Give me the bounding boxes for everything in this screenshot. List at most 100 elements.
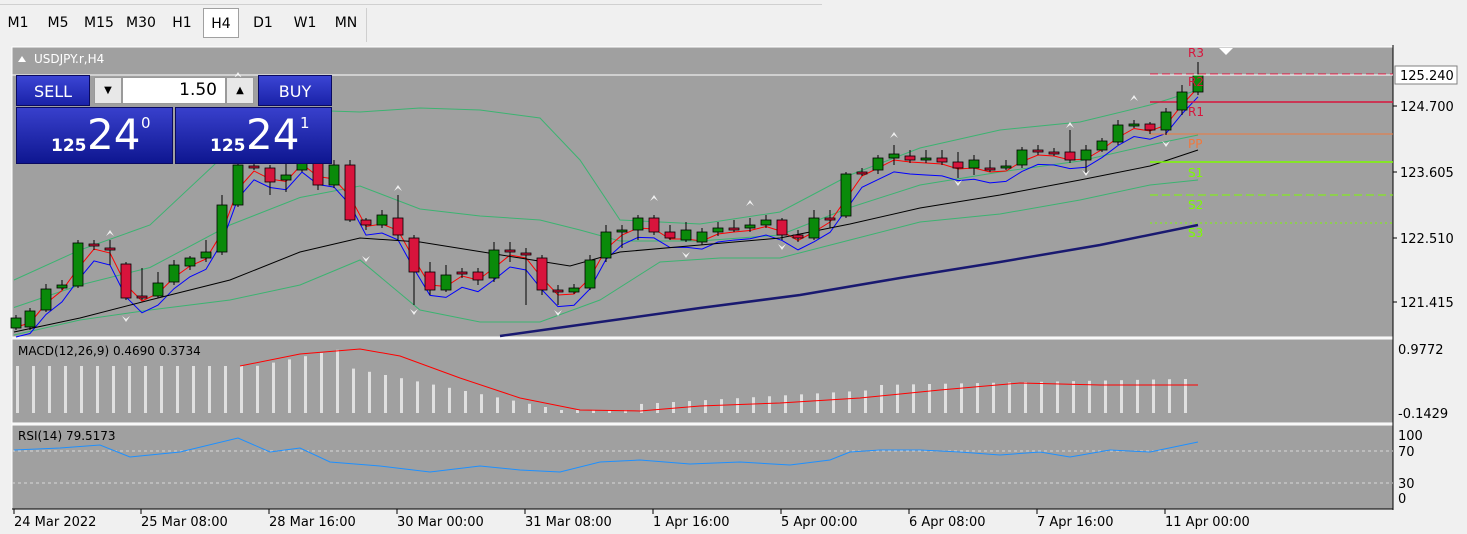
rsi-axis-tick: 70 [1398,445,1415,460]
time-axis-label: 5 Apr 00:00 [781,515,858,530]
bull-candle [200,251,212,259]
lot-decrease-button[interactable]: ▼ [94,77,122,104]
time-axis-label: 11 Apr 00:00 [1165,515,1250,530]
macd-bar [144,366,147,413]
bear-candle [1032,149,1044,153]
macd-bar [288,359,291,413]
macd-axis-min: -0.1429 [1398,407,1448,422]
macd-bar [272,362,275,413]
current-price-label: 125.240 [1400,69,1454,84]
pivot-r1-label: R1 [1188,105,1204,119]
macd-bar [736,398,739,413]
macd-bar [576,410,579,413]
macd-bar [992,382,995,413]
price-tick-label: 121.415 [1400,296,1454,311]
macd-bar [1024,382,1027,413]
bull-candle [760,219,772,226]
bull-candle [184,257,196,267]
macd-bar [1040,381,1043,413]
macd-bar [672,402,675,413]
macd-bar [704,400,707,413]
macd-bar [128,366,131,413]
buy-price-quote[interactable]: 125 24 1 [175,107,332,164]
macd-bar [1168,379,1171,413]
bull-candle [712,227,724,233]
macd-bar [448,387,451,413]
macd-bar [528,403,531,413]
bear-candle [504,249,516,253]
bull-candle [1176,91,1188,111]
bull-candle [168,264,180,283]
rsi-axis-tick: 30 [1398,477,1415,492]
macd-bar [1008,382,1011,413]
bull-candle [440,274,452,291]
sell-price-quote[interactable]: 125 24 0 [16,107,173,164]
bull-candle [840,173,852,217]
pivot-s3-label: S3 [1188,226,1203,240]
bull-candle [632,217,644,231]
bull-candle [1128,123,1140,127]
pivot-s2-label: S2 [1188,198,1203,212]
macd-bar [112,366,115,413]
macd-bar [416,381,419,413]
bull-candle [568,287,580,293]
sell-button[interactable]: SELL [16,75,90,106]
bull-candle [376,214,388,226]
bull-candle [680,229,692,241]
time-axis-label: 28 Mar 16:00 [269,515,356,530]
macd-bar [560,410,563,413]
macd-bar [480,394,483,413]
macd-bar [32,366,35,413]
macd-bar [336,349,339,413]
bear-candle [456,271,468,275]
pivot-pp-label: PP [1188,137,1202,151]
rsi-axis-tick: 0 [1398,492,1406,507]
sell-price-pips: 24 [87,110,141,159]
macd-bar [544,407,547,413]
macd-bar [1056,381,1059,413]
macd-bar [496,397,499,413]
bear-candle [472,271,484,281]
bull-candle [40,288,52,311]
macd-bar [464,391,467,413]
bear-candle [552,289,564,293]
macd-bar [848,391,851,413]
symbol-label: USDJPY.r,H4 [34,52,104,66]
lot-increase-button[interactable]: ▲ [226,77,254,104]
bull-candle [600,231,612,259]
macd-bar [80,366,83,413]
lot-size-input[interactable]: 1.50 [122,77,226,104]
buy-button[interactable]: BUY [258,75,332,106]
macd-bar [256,365,259,413]
bull-candle [24,310,36,328]
rsi-pane[interactable] [11,424,1394,510]
bear-candle [104,247,116,251]
macd-bar [320,353,323,413]
time-axis-label: 31 Mar 08:00 [525,515,612,530]
bull-candle [10,317,22,329]
bear-candle [424,271,436,291]
bull-candle [232,164,244,206]
bull-candle [872,157,884,171]
macd-bar [240,366,243,413]
macd-label: MACD(12,26,9) 0.4690 0.3734 [18,344,201,358]
bull-candle [968,159,980,169]
bear-candle [984,167,996,171]
pivot-s1-label: S1 [1188,166,1203,180]
time-axis-label: 1 Apr 16:00 [653,515,730,530]
bull-candle [1096,140,1108,151]
sell-price-prefix: 125 [51,136,87,156]
macd-bar [912,384,915,413]
bull-candle [584,259,596,289]
macd-bar [656,402,659,413]
buy-price-prefix: 125 [210,136,246,156]
macd-bar [96,366,99,413]
bull-candle [72,242,84,287]
macd-bar [768,396,771,413]
bull-candle [328,164,340,186]
bear-candle [536,257,548,291]
bear-candle [520,252,532,256]
bear-candle [776,219,788,236]
macd-bar [160,366,163,413]
macd-bar [944,383,947,413]
